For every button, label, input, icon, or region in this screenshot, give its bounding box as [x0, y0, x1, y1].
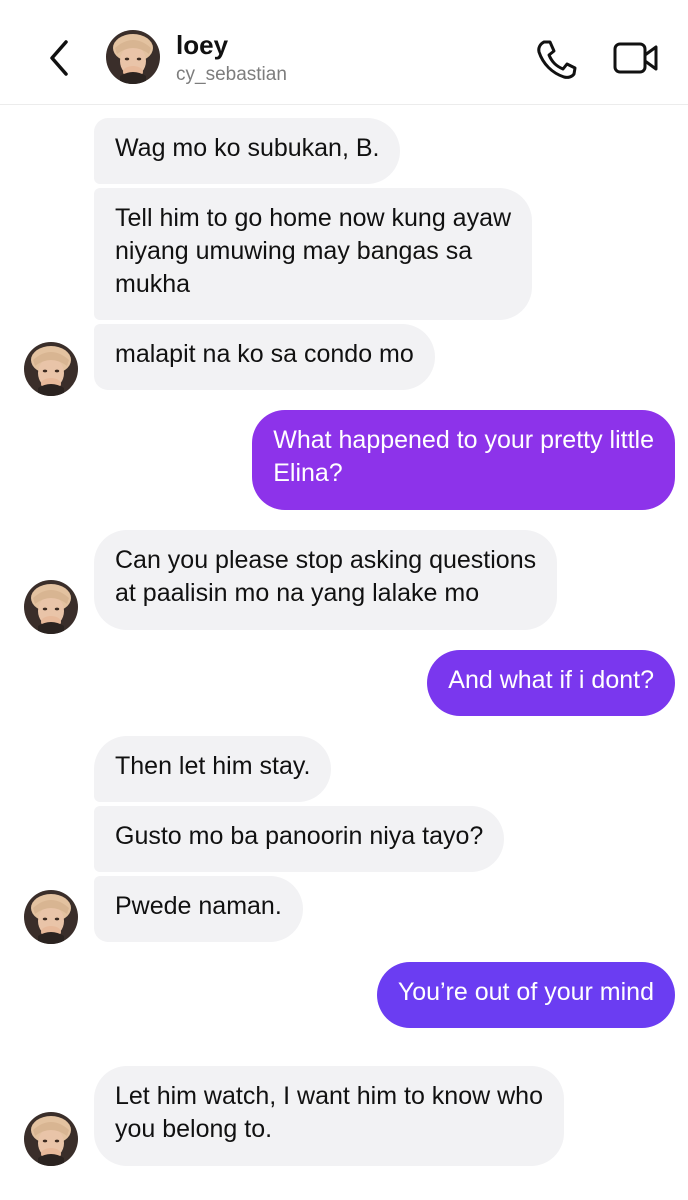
- message-bubble[interactable]: Wag mo ko subukan, B.: [94, 118, 401, 184]
- message-text: Gusto mo ba panoorin niya tayo?: [115, 822, 484, 850]
- message-text: Elina?: [273, 459, 343, 487]
- chat-header: loey cy_sebastian: [0, 0, 688, 105]
- message-text: mukha: [115, 270, 191, 298]
- message-text: Let him watch, I want him to know who: [115, 1082, 543, 1110]
- message-bubble[interactable]: Gusto mo ba panoorin niya tayo?: [94, 806, 505, 872]
- contact-avatar[interactable]: [24, 890, 78, 944]
- message-text: You’re out of your mind: [397, 978, 654, 1006]
- message-text: Pwede naman.: [115, 892, 282, 920]
- contact-avatar[interactable]: [106, 30, 160, 84]
- message-text: Tell him to go home now kung ayaw: [115, 204, 512, 232]
- contact-avatar[interactable]: [24, 580, 78, 634]
- message-text: you belong to.: [115, 1115, 273, 1143]
- message-bubble[interactable]: Tell him to go home now kung ayaw niyang…: [94, 188, 533, 320]
- message-text: malapit na ko sa condo mo: [115, 340, 414, 368]
- contact-username: cy_sebastian: [176, 64, 287, 85]
- contact-name[interactable]: loey: [176, 30, 228, 61]
- message-bubble[interactable]: Let him watch, I want him to know who yo…: [94, 1066, 564, 1166]
- message-bubble[interactable]: And what if i dont?: [427, 650, 675, 716]
- chevron-left-icon[interactable]: [42, 36, 78, 80]
- message-text: Wag mo ko subukan, B.: [115, 134, 380, 162]
- video-camera-icon[interactable]: [612, 38, 660, 78]
- message-text: Can you please stop asking questions: [115, 546, 537, 574]
- message-text: Then let him stay.: [115, 752, 311, 780]
- message-bubble[interactable]: malapit na ko sa condo mo: [94, 324, 435, 390]
- message-bubble[interactable]: Can you please stop asking questions at …: [94, 530, 558, 630]
- message-text: at paalisin mo na yang lalake mo: [115, 579, 480, 607]
- message-text: What happened to your pretty little: [273, 426, 654, 454]
- message-bubble[interactable]: Then let him stay.: [94, 736, 332, 802]
- contact-avatar[interactable]: [24, 1112, 78, 1166]
- message-bubble[interactable]: Pwede naman.: [94, 876, 303, 942]
- message-text: niyang umuwing may bangas sa: [115, 237, 473, 265]
- message-bubble[interactable]: What happened to your pretty little Elin…: [252, 410, 675, 510]
- message-bubble[interactable]: You’re out of your mind: [376, 962, 675, 1028]
- message-text: And what if i dont?: [448, 666, 654, 694]
- contact-avatar[interactable]: [24, 342, 78, 396]
- phone-icon[interactable]: [534, 36, 578, 80]
